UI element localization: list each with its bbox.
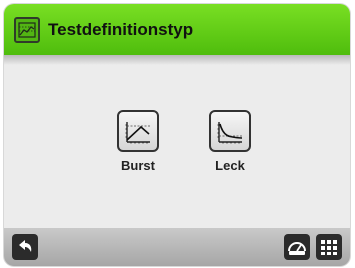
header-shadow [4,55,350,65]
chart-icon [14,16,40,43]
leck-tile[interactable]: Leck [195,110,265,173]
burst-label: Burst [121,158,155,173]
burst-tile[interactable]: Burst [103,110,173,173]
back-arrow-icon [19,240,32,252]
menu-button[interactable] [316,234,342,260]
back-button[interactable] [12,234,38,260]
grid-menu-icon [321,240,337,255]
screen-frame: Testdefinitionstyp Burst Leck [4,4,350,266]
leak-decay-curve-icon [217,122,243,144]
burst-button[interactable] [117,110,159,152]
header-bar: Testdefinitionstyp [4,4,350,55]
burst-curve-icon [125,122,150,144]
gauge-button[interactable] [284,234,310,260]
page-title: Testdefinitionstyp [48,19,194,39]
leck-button[interactable] [209,110,251,152]
leck-label: Leck [215,158,245,173]
gauge-icon [288,242,306,255]
footer-bar [4,228,350,266]
